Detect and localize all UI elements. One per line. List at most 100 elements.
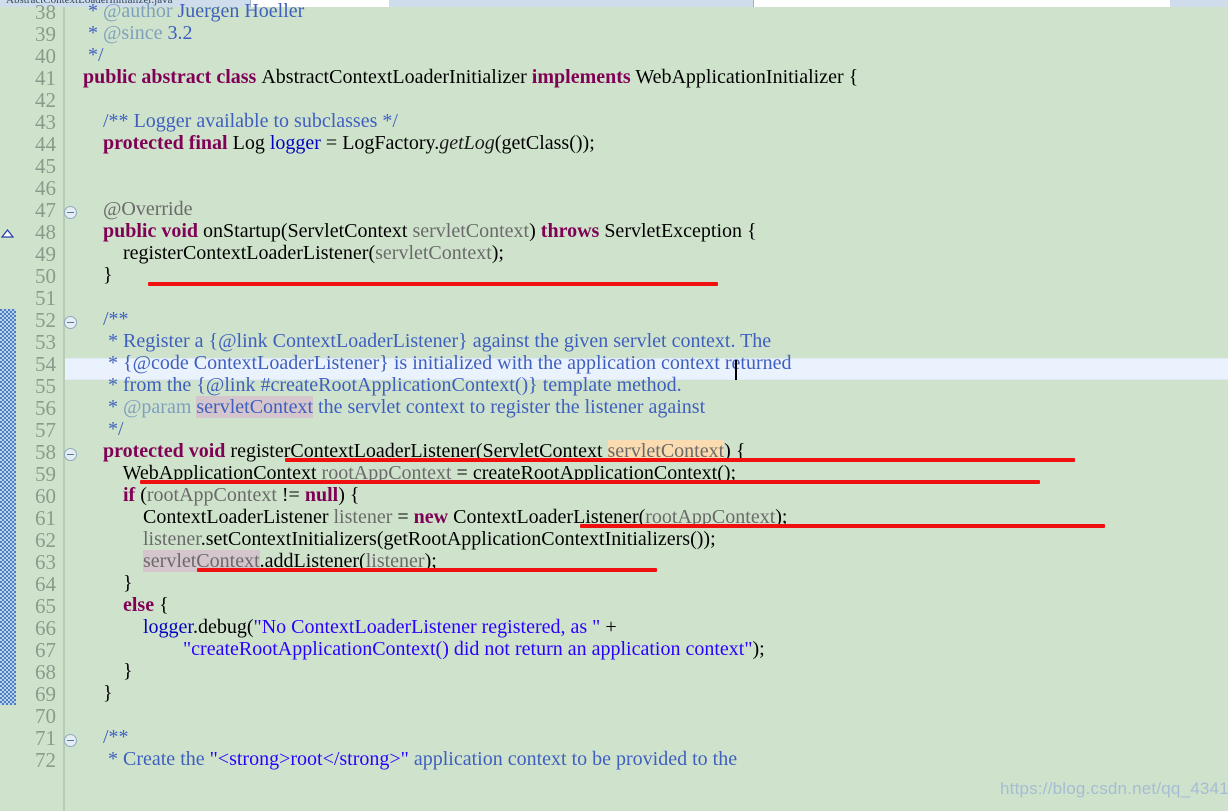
underline-line-63 [197,568,657,572]
code-token: } [83,572,133,594]
line-number: 52 [35,308,56,332]
override-indicator-icon [1,229,14,241]
code-line[interactable]: else { [83,594,169,616]
code-line[interactable]: */ [83,44,104,66]
code-line[interactable]: * @param servletContext the servlet cont… [83,396,705,418]
code-line[interactable]: public abstract class AbstractContextLoa… [83,66,858,88]
fold-collapse-icon[interactable] [64,734,77,747]
underline-line-61 [580,524,1105,528]
code-line[interactable]: /** [83,726,129,748]
code-token: getLog [439,132,495,154]
line-number: 53 [35,330,56,354]
code-line[interactable]: logger.debug("No ContextLoaderListener r… [83,616,617,638]
code-token: .debug( [193,616,254,638]
change-ruler[interactable] [0,7,16,811]
code-token: public abstract class [83,66,262,88]
line-number: 49 [35,242,56,266]
code-token: AbstractContextLoaderInitializer [261,66,532,88]
code-token: protected final [103,132,233,154]
underline-line-50 [148,282,718,286]
text-caret [735,360,737,380]
fold-collapse-icon[interactable] [64,316,77,329]
code-line[interactable]: * @since 3.2 [83,22,193,44]
code-token: servletContext [375,242,492,264]
code-token: throws [540,220,600,242]
code-line[interactable]: * @author Juergen Hoeller [83,0,304,22]
code-token: @author [103,0,173,22]
code-line[interactable]: public void onStartup(ServletContext ser… [83,220,757,242]
code-token: Logger available to subclasses */ [133,110,398,132]
code-token: else [123,594,155,616]
line-number: 65 [35,594,56,618]
code-line[interactable]: /** Logger available to subclasses */ [83,110,398,132]
code-token: @Override [83,198,193,220]
code-line[interactable]: listener.setContextInitializers(getRootA… [83,528,716,550]
code-token: logger [143,616,193,638]
code-line[interactable]: * Register a {@link ContextLoaderListene… [83,330,771,352]
line-number: 59 [35,462,56,486]
code-line[interactable]: * {@code ContextLoaderListener} is initi… [83,352,792,374]
code-line[interactable]: * Create the "<strong>root</strong>" app… [83,748,737,770]
code-line[interactable]: } [83,572,133,594]
code-token: ( [135,484,147,506]
line-number: 43 [35,110,56,134]
code-token: = LogFactory. [320,132,440,154]
code-line[interactable]: "createRootApplicationContext() did not … [83,638,765,660]
line-number: 68 [35,660,56,684]
line-number: 61 [35,506,56,530]
code-line[interactable]: if (rootAppContext != null) { [83,484,359,506]
code-token: "No ContextLoaderListener registered, as… [253,616,601,638]
line-number: 42 [35,88,56,112]
line-number: 60 [35,484,56,508]
editor-tab-tertiary[interactable] [1170,0,1228,7]
code-token: implements [531,66,631,88]
line-number: 47 [35,198,56,222]
code-token: * [83,396,123,418]
code-token: * [83,22,103,44]
code-line[interactable]: */ [83,418,124,440]
fold-collapse-icon[interactable] [64,206,77,219]
code-token: Log [232,132,270,154]
code-line[interactable]: } [83,660,133,682]
code-text-area[interactable]: * @author Juergen Hoeller * @since 3.2 *… [83,0,1228,811]
editor-tab-secondary[interactable] [389,0,754,7]
code-line[interactable]: } [83,264,113,286]
line-number: 67 [35,638,56,662]
fold-collapse-icon[interactable] [64,448,77,461]
code-line[interactable]: protected final Log logger = LogFactory.… [83,132,595,154]
code-line[interactable]: /** [83,308,129,330]
code-token: /** [83,726,129,748]
code-token: } [83,682,113,704]
code-line[interactable]: } [83,682,113,704]
code-token: "createRootApplicationContext() did not … [183,638,753,660]
code-token: null [304,484,339,506]
line-number: 41 [35,66,56,90]
code-token: ) { [338,484,360,506]
code-line[interactable]: * from the {@link #createRootApplication… [83,374,682,396]
underline-line-58 [285,458,1075,462]
code-token: * from the {@link #createRootApplication… [83,374,682,396]
code-line[interactable]: registerContextLoaderListener(servletCon… [83,242,504,264]
code-token: listener [143,528,201,550]
code-token: listener [333,506,393,528]
code-token: servletContext [412,220,530,242]
code-token: */ [83,418,124,440]
line-number: 40 [35,44,56,68]
code-line[interactable]: @Override [83,198,193,220]
code-editor[interactable]: 38 39 40 41 42 43 44 45 46 47 48 49 50 51 52 53 54 55 56 57… [0,0,1228,811]
folding-column[interactable] [64,7,83,811]
code-token: /** [83,308,129,330]
code-token: 3.2 [162,22,193,44]
line-number: 71 [35,726,56,750]
change-band-marker [0,309,16,705]
code-token: WebApplicationInitializer { [630,66,859,88]
code-token: rootAppContext [146,484,277,506]
line-number: 63 [35,550,56,574]
code-token: (getClass()); [494,132,595,154]
line-number: 54 [35,352,56,376]
